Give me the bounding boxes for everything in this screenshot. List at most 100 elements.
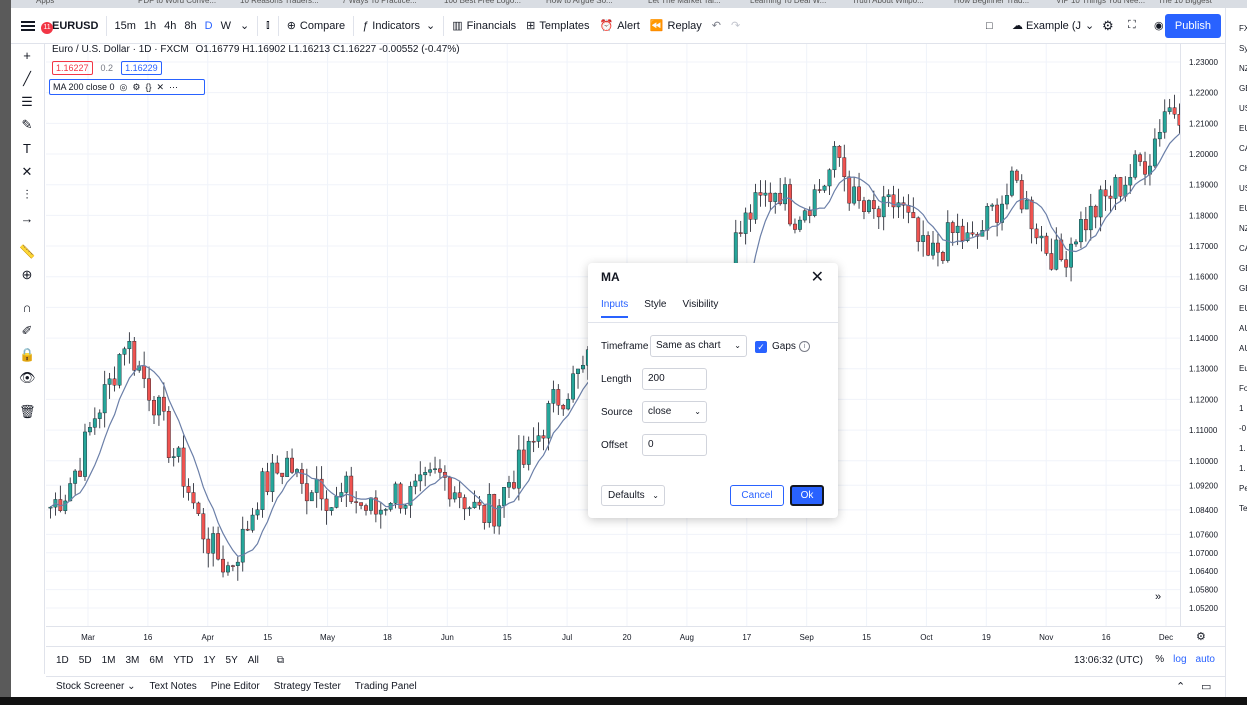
cancel-button[interactable]: Cancel — [730, 485, 784, 506]
tab-strategy-tester[interactable]: Strategy Tester — [274, 681, 341, 692]
info-icon[interactable]: i — [799, 341, 810, 352]
bookmark-item[interactable]: 7 Ways To Practice... — [342, 0, 417, 5]
alert-button[interactable]: ⏰ Alert — [595, 8, 645, 44]
offset-input[interactable]: 0 — [642, 434, 707, 456]
tab-trading-panel[interactable]: Trading Panel — [355, 681, 417, 692]
bookmark-item[interactable]: How Beginner Trad... — [954, 0, 1029, 5]
watchlist-item[interactable]: Eu — [1239, 364, 1247, 373]
compare-button[interactable]: ⊕ Compare — [282, 8, 350, 44]
bookmark-item[interactable]: PDF to Word Conve... — [138, 0, 216, 5]
percent-toggle[interactable]: % — [1155, 654, 1164, 665]
range-1y[interactable]: 1Y — [203, 655, 215, 666]
brush-icon[interactable]: ✎ — [19, 117, 35, 133]
watchlist-item[interactable]: GB — [1239, 284, 1247, 293]
timeframe-w[interactable]: W — [217, 8, 235, 44]
source-code-icon[interactable]: {} — [145, 82, 151, 92]
publish-button[interactable]: Publish — [1164, 14, 1221, 38]
watchlist-item[interactable]: -0 — [1239, 424, 1246, 433]
watchlist-item[interactable]: Fo — [1239, 384, 1247, 393]
bookmark-item[interactable]: 10 Reasons Traders... — [240, 0, 319, 5]
close-icon[interactable]: ✕ — [811, 267, 824, 287]
buy-price-tag[interactable]: 1.16229 — [121, 61, 162, 75]
pattern-icon[interactable]: ✕ — [19, 164, 35, 180]
eye-icon[interactable]: 👁 — [19, 370, 36, 386]
bookmark-item[interactable]: Truth About Willpo... — [852, 0, 924, 5]
zoom-icon[interactable]: ⊕ — [19, 267, 35, 283]
watchlist-item[interactable]: AU — [1239, 344, 1247, 353]
watchlist-item[interactable]: CA — [1239, 244, 1247, 253]
watchlist-item[interactable]: GB — [1239, 84, 1247, 93]
length-input[interactable]: 200 — [642, 368, 707, 390]
watchlist-item[interactable]: EU — [1239, 304, 1247, 313]
undo-icon[interactable]: ↶ — [707, 8, 726, 44]
bookmark-item[interactable]: 100 Best Free Logo... — [444, 0, 521, 5]
tab-pine-editor[interactable]: Pine Editor — [211, 681, 260, 692]
gear-icon[interactable]: ⚙ — [1196, 630, 1206, 643]
crosshair-icon[interactable]: + — [19, 48, 35, 64]
price-axis[interactable]: 1.23000 1.22000 1.21000 1.20000 1.19000 1.180… — [1180, 44, 1225, 626]
range-5d[interactable]: 5D — [79, 655, 92, 666]
arrow-icon[interactable]: → — [19, 211, 35, 227]
tab-style[interactable]: Style — [644, 299, 666, 318]
gear-icon[interactable]: ⚙ — [1097, 8, 1119, 44]
ruler-icon[interactable]: 📏 — [19, 244, 35, 260]
watchlist-item[interactable]: Pe — [1239, 484, 1247, 493]
range-1m[interactable]: 1M — [102, 655, 116, 666]
log-toggle[interactable]: log — [1173, 654, 1186, 665]
sell-price-tag[interactable]: 1.16227 — [52, 61, 93, 75]
indicators-button[interactable]: ƒ Indicators ⌄ — [357, 8, 440, 44]
range-6m[interactable]: 6M — [149, 655, 163, 666]
lock-icon[interactable]: 🔒 — [19, 347, 35, 363]
templates-button[interactable]: ⊞ Templates — [521, 8, 594, 44]
range-3m[interactable]: 3M — [126, 655, 140, 666]
fullscreen-icon[interactable]: ⛶ — [1123, 8, 1141, 44]
layout-square-icon[interactable]: □ — [981, 8, 998, 44]
tab-visibility[interactable]: Visibility — [682, 299, 718, 318]
watchlist-item[interactable]: GB — [1239, 264, 1247, 273]
more-icon[interactable]: ⋯ — [169, 82, 178, 93]
watchlist-item[interactable]: NZ — [1239, 64, 1247, 73]
timeframe-15m[interactable]: 15m — [110, 8, 139, 44]
chevron-down-icon[interactable]: ⌄ — [235, 8, 254, 44]
defaults-button[interactable]: Defaults ⌄ — [601, 485, 665, 506]
timeframe-8h[interactable]: 8h — [180, 8, 200, 44]
candle-style-icon[interactable]: ⫾ — [261, 8, 275, 44]
trend-line-icon[interactable]: ╱ — [19, 71, 35, 87]
gear-icon[interactable]: ⚙ — [132, 82, 140, 93]
financials-button[interactable]: ▥ Financials — [447, 8, 521, 44]
ma-indicator-legend[interactable]: MA 200 close 0 ◎ ⚙ {} ✕ ⋯ — [49, 79, 205, 95]
scroll-right-icon[interactable]: » — [1155, 591, 1161, 603]
watchlist-item[interactable]: AU — [1239, 324, 1247, 333]
watchlist-item[interactable]: 1 — [1239, 404, 1243, 413]
watchlist-item[interactable]: EU — [1239, 204, 1247, 213]
maximize-icon[interactable]: ▭ — [1201, 680, 1211, 693]
pencil-lock-icon[interactable]: ✐ — [19, 323, 35, 339]
ok-button[interactable]: Ok — [790, 485, 824, 506]
bookmark-item[interactable]: How to Argue So... — [546, 0, 613, 5]
watchlist-item[interactable]: CA — [1239, 144, 1247, 153]
watchlist-item[interactable]: NZ — [1239, 224, 1247, 233]
auto-toggle[interactable]: auto — [1196, 654, 1215, 665]
range-1d[interactable]: 1D — [56, 655, 69, 666]
text-icon[interactable]: T — [19, 141, 35, 157]
range-5y[interactable]: 5Y — [226, 655, 238, 666]
watchlist-item[interactable]: US — [1239, 104, 1247, 113]
close-icon[interactable]: ✕ — [157, 82, 165, 93]
source-select[interactable]: close ⌄ — [642, 401, 707, 423]
magnet-icon[interactable]: ∩ — [19, 300, 35, 316]
bookmark-item[interactable]: Learning To Deal W... — [750, 0, 826, 5]
bookmark-item[interactable]: Let The Market Tal... — [648, 0, 721, 5]
watchlist-item[interactable]: US — [1239, 184, 1247, 193]
date-range-icon[interactable]: ⧉ — [277, 655, 284, 666]
timeframe-1h[interactable]: 1h — [140, 8, 160, 44]
watchlist-item[interactable]: 1. — [1239, 464, 1246, 473]
watchlist-item[interactable]: 1. — [1239, 444, 1246, 453]
chevron-up-icon[interactable]: ⌃ — [1176, 680, 1185, 693]
tab-inputs[interactable]: Inputs — [601, 299, 629, 318]
menu-icon[interactable] — [21, 20, 35, 31]
bookmark-item[interactable]: The 10 Biggest — [1158, 0, 1212, 5]
watchlist-item[interactable]: FX — [1239, 24, 1247, 33]
tab-text-notes[interactable]: Text Notes — [150, 681, 197, 692]
layout-menu[interactable]: ☁ Example (J ⌄ — [1007, 8, 1099, 44]
tab-stock-screener[interactable]: Stock Screener ⌄ — [56, 681, 136, 692]
